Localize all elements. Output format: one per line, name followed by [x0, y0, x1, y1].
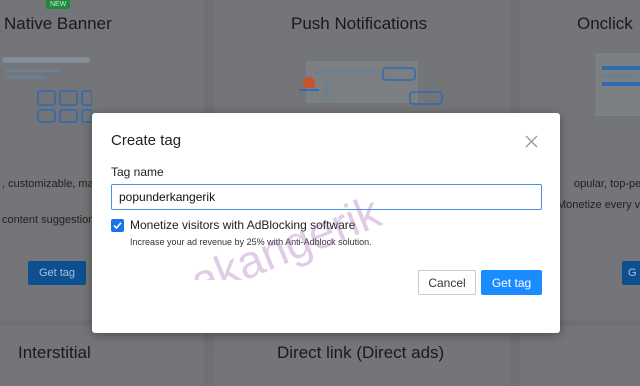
onclick-description: opular, top-perfo [574, 178, 640, 190]
adblock-description: Increase your ad revenue by 25% with Ant… [130, 237, 372, 247]
create-tag-dialog: Create tag Tag name Monetize visitors wi… [92, 113, 560, 333]
get-tag-button[interactable]: Get tag [481, 270, 542, 295]
onclick-get-tag-button[interactable]: G [622, 261, 640, 285]
adblock-checkbox-label[interactable]: Monetize visitors with AdBlocking softwa… [130, 218, 355, 232]
onclick-illustration [595, 53, 640, 116]
cancel-button[interactable]: Cancel [418, 270, 476, 295]
checkmark-icon [113, 222, 122, 230]
card-title-native-banner: Native Banner [4, 14, 112, 33]
close-icon [525, 135, 537, 147]
native-banner-description-2: content suggestion [2, 214, 95, 226]
new-badge: NEW [46, 0, 71, 9]
tag-name-input[interactable] [111, 184, 542, 210]
card-title-push-notifications: Push Notifications [291, 14, 428, 33]
dialog-title: Create tag [111, 132, 182, 149]
card-title-onclick: Onclick [577, 14, 633, 33]
onclick-description-2: Monetize every vi [557, 199, 640, 211]
native-banner-description: , customizable, mat [2, 178, 97, 190]
card-extra [520, 326, 640, 386]
native-banner-get-tag-button[interactable]: Get tag [28, 261, 86, 285]
card-title-interstitial: Interstitial [18, 343, 91, 362]
native-banner-illustration [1, 56, 92, 123]
adblock-checkbox[interactable] [111, 219, 124, 232]
close-button[interactable] [522, 132, 540, 150]
tag-name-label: Tag name [111, 165, 164, 179]
card-title-direct-link: Direct link (Direct ads) [277, 343, 445, 362]
